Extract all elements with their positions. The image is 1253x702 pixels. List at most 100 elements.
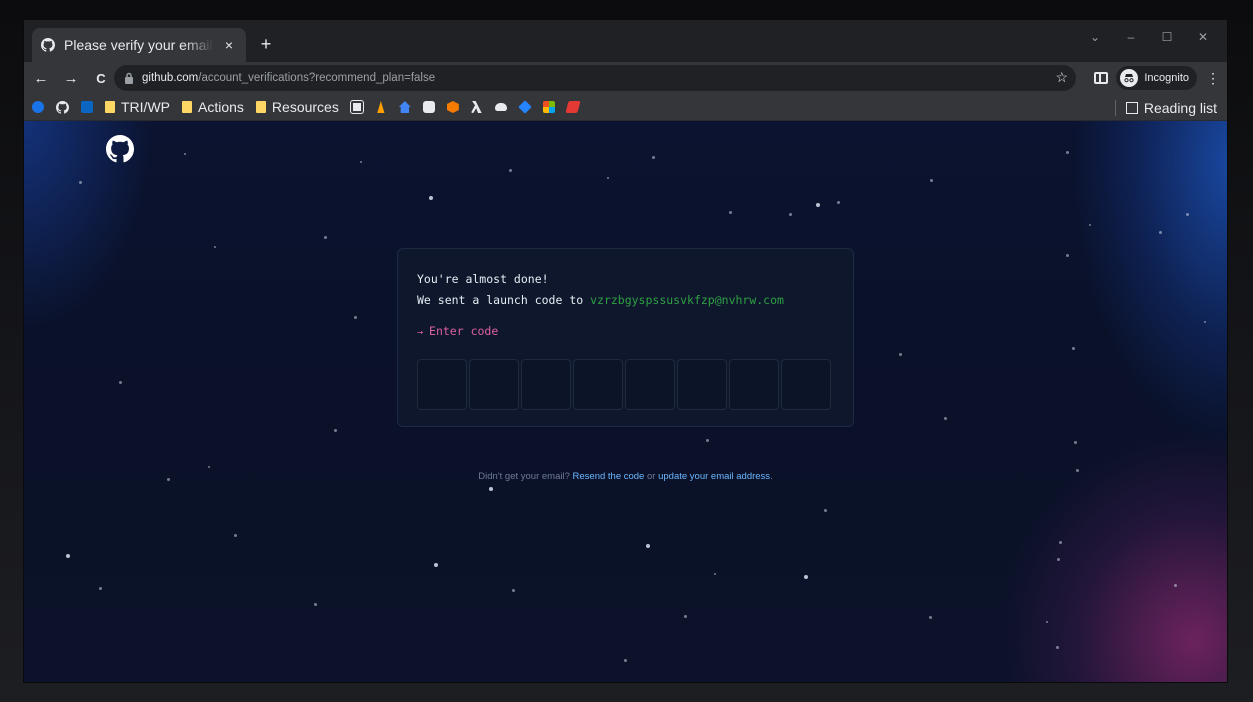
bookmark-orange[interactable]: [446, 96, 459, 118]
forward-button[interactable]: →: [58, 65, 84, 91]
star-dot: [354, 316, 357, 319]
star-dot: [434, 563, 438, 567]
star-dot: [1057, 558, 1060, 561]
github-favicon-icon: [40, 37, 56, 53]
star-dot: [512, 589, 515, 592]
minimize-button[interactable]: –: [1113, 24, 1149, 50]
star-dot: [1159, 231, 1162, 234]
enter-code-prompt: → Enter code: [417, 323, 834, 341]
bookmark-cloud[interactable]: [494, 96, 507, 118]
help-prefix: Didn't get your email?: [478, 471, 573, 482]
verification-card: You're almost done! We sent a launch cod…: [397, 248, 854, 427]
star-dot: [607, 177, 609, 179]
code-digit-input[interactable]: [469, 359, 519, 410]
star-dot: [1066, 254, 1069, 257]
email-address: vzrzbgyspssusvkfzp@nvhrw.com: [590, 293, 784, 307]
star-dot: [66, 554, 70, 558]
new-tab-button[interactable]: +: [256, 33, 276, 55]
star-dot: [899, 353, 902, 356]
url-path: /account_verifications?recommend_plan=fa…: [198, 72, 436, 84]
incognito-icon: [1120, 69, 1139, 87]
code-digit-input[interactable]: [677, 359, 727, 410]
circle-app-icon: [32, 101, 44, 113]
address-bar[interactable]: github.com/account_verifications?recomme…: [114, 65, 1076, 91]
star-dot: [314, 603, 317, 606]
bookmark-home[interactable]: [398, 96, 411, 118]
reload-button[interactable]: C: [88, 65, 114, 91]
bookmark-folder-resources[interactable]: Resources: [255, 96, 339, 118]
star-dot: [789, 213, 792, 216]
code-digit-input[interactable]: [521, 359, 571, 410]
star-dot: [1056, 646, 1059, 649]
resend-help-text: Didn't get your email? Resend the code o…: [24, 471, 1227, 482]
star-dot: [1186, 213, 1189, 216]
star-dot: [1174, 584, 1177, 587]
bookmark-folder-tri-wp[interactable]: TRI/WP: [105, 96, 170, 118]
enter-code-label: Enter code: [429, 324, 499, 338]
star-dot: [1059, 541, 1062, 544]
url-text: github.com/account_verifications?recomme…: [142, 72, 435, 84]
code-digit-input[interactable]: [625, 359, 675, 410]
close-window-button[interactable]: ✕: [1185, 24, 1221, 50]
code-digit-input[interactable]: [729, 359, 779, 410]
star-dot: [930, 179, 933, 182]
tab-search-icon[interactable]: ⌄: [1077, 24, 1113, 50]
star-dot: [489, 487, 493, 491]
resend-code-link[interactable]: Resend the code: [573, 471, 645, 482]
maximize-button[interactable]: ☐: [1149, 24, 1185, 50]
star-dot: [816, 203, 820, 207]
cloud-icon: [494, 103, 507, 111]
star-dot: [624, 659, 627, 662]
star-dot: [714, 573, 716, 575]
bookmark-medium[interactable]: [422, 96, 435, 118]
browser-menu-icon[interactable]: ⋮: [1205, 70, 1221, 87]
star-dot: [79, 181, 82, 184]
back-button[interactable]: ←: [28, 65, 54, 91]
github-logo-icon[interactable]: [106, 135, 134, 163]
bookmark-microsoft[interactable]: [542, 96, 555, 118]
launch-code-prefix: We sent a launch code to: [417, 293, 591, 307]
update-email-link[interactable]: update your email address: [658, 471, 770, 482]
bookmark-label: Resources: [271, 99, 339, 115]
url-host: github.com: [142, 72, 199, 84]
lock-icon[interactable]: [124, 72, 134, 84]
reading-list-icon: [1125, 101, 1138, 114]
code-digit-input[interactable]: [573, 359, 623, 410]
diamond-icon: [518, 100, 532, 114]
page-content: You're almost done! We sent a launch cod…: [24, 121, 1227, 682]
window-controls: ⌄ – ☐ ✕: [1077, 24, 1221, 50]
star-dot: [360, 161, 362, 163]
side-panel-icon[interactable]: [1094, 72, 1109, 84]
reading-list-button[interactable]: Reading list: [1114, 94, 1217, 121]
notion-icon: [349, 100, 364, 114]
bookmark-firebase[interactable]: [375, 96, 387, 118]
folder-icon: [255, 101, 266, 113]
star-dot: [208, 466, 210, 468]
incognito-indicator[interactable]: Incognito: [1116, 66, 1197, 90]
bookmark-notion[interactable]: [349, 96, 364, 118]
star-dot: [334, 429, 337, 432]
star-dot: [1089, 224, 1091, 226]
star-dot: [729, 211, 732, 214]
bookmark-github[interactable]: [56, 96, 69, 118]
code-digit-input[interactable]: [417, 359, 467, 410]
bookmark-lambda[interactable]: [470, 96, 483, 118]
star-dot: [99, 587, 102, 590]
bookmark-jira[interactable]: [518, 96, 532, 118]
red-m-icon: [565, 101, 581, 113]
bookmark-linkedin[interactable]: [81, 96, 93, 118]
star-dot: [214, 246, 216, 248]
bookmark-folder-actions[interactable]: Actions: [182, 96, 244, 118]
bookmark-blue-circle[interactable]: [32, 96, 44, 118]
github-icon: [56, 100, 69, 114]
star-dot: [429, 196, 433, 200]
tab-close-icon[interactable]: ×: [220, 37, 238, 53]
star-dot: [1046, 621, 1048, 623]
active-tab[interactable]: Please verify your email ×: [32, 28, 246, 62]
bookmark-star-icon[interactable]: ☆: [1055, 69, 1068, 86]
code-digit-input[interactable]: [781, 359, 831, 410]
star-dot: [706, 439, 709, 442]
bookmark-red-m[interactable]: [565, 96, 581, 118]
star-dot: [929, 616, 932, 619]
lambda-icon: [470, 101, 482, 113]
